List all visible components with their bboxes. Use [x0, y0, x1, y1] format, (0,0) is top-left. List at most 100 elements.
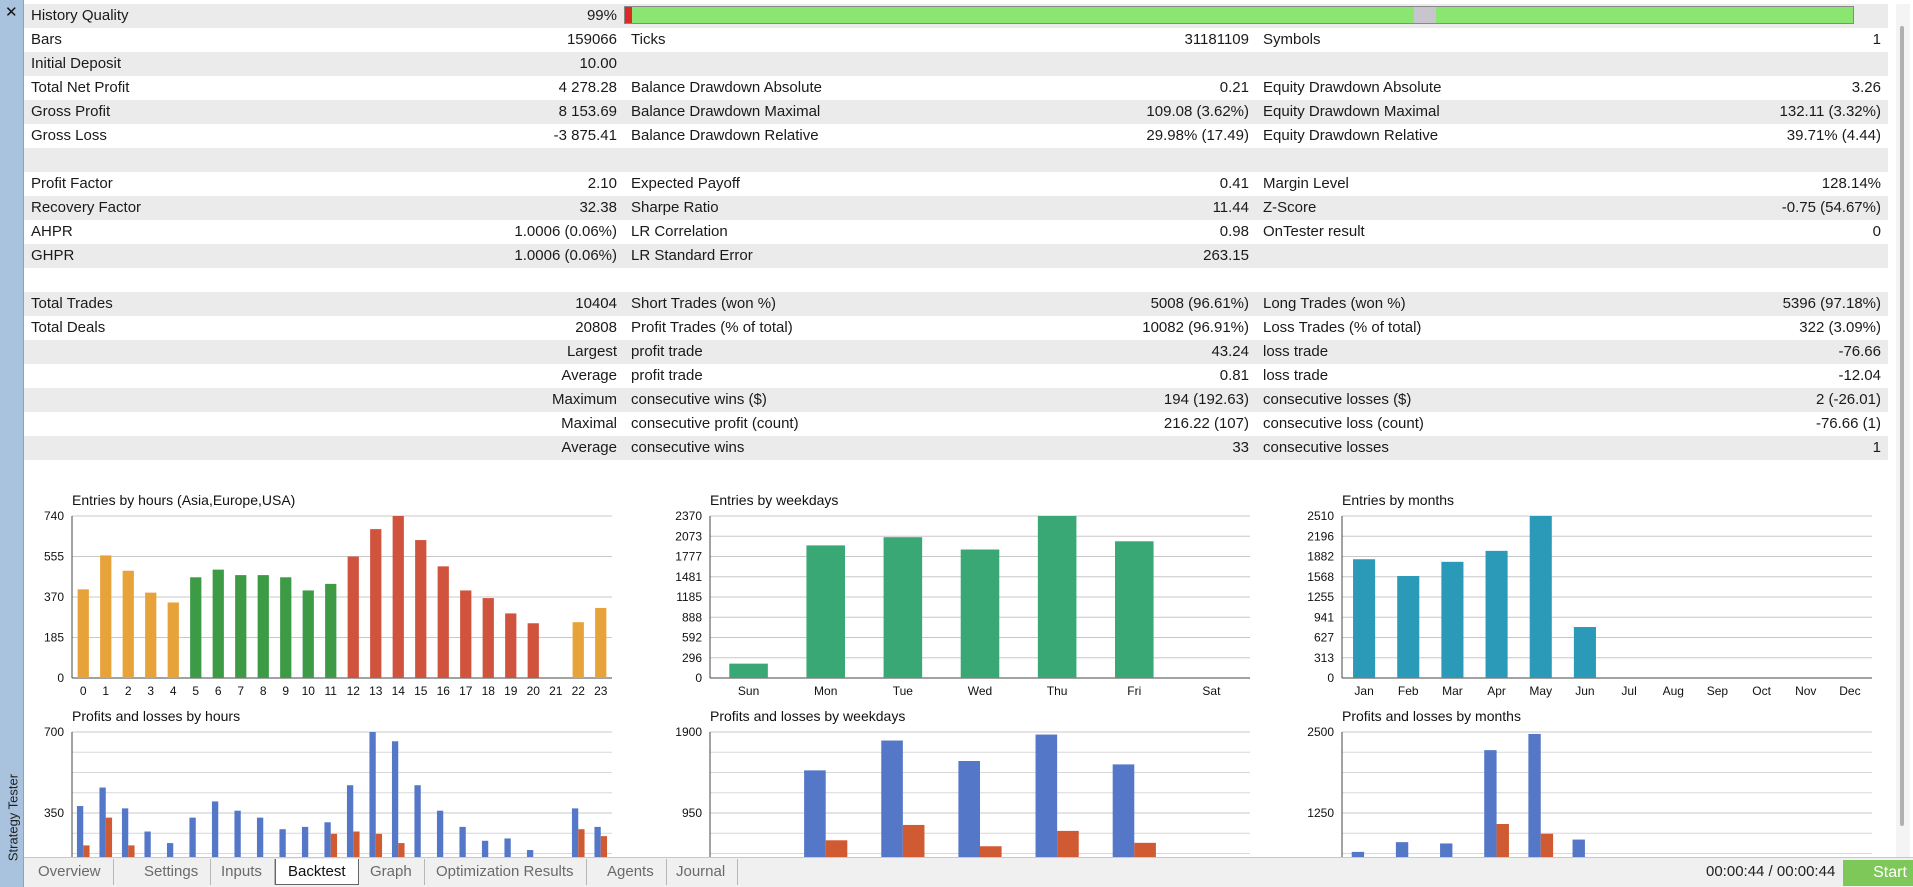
stat-value: 20808 — [575, 319, 617, 336]
stat-cell: Average — [24, 364, 624, 388]
stat-label: Balance Drawdown Maximal — [631, 103, 821, 120]
stat-label: Total Trades — [31, 295, 113, 312]
stat-value — [1249, 52, 1256, 76]
profit-bar — [1572, 839, 1585, 857]
y-tick-label: 0 — [695, 671, 702, 685]
y-tick-label: 2073 — [675, 529, 702, 543]
stat-value — [1881, 148, 1888, 172]
bar — [460, 590, 472, 678]
x-tick-label: Sun — [738, 684, 759, 698]
stat-value: 128.14% — [1821, 175, 1881, 192]
stat-cell: Profit Factor 2.10 — [24, 172, 624, 196]
stat-value: 3.26 — [1851, 79, 1881, 96]
stat-value: -76.66 (1) — [1815, 415, 1881, 432]
bar — [212, 569, 224, 678]
loss-bar — [578, 829, 585, 857]
stat-value: 10082 (96.91%) — [1142, 319, 1249, 336]
y-tick-label: 1185 — [676, 590, 702, 604]
loss-bar — [105, 817, 113, 857]
start-button[interactable]: Start — [1843, 860, 1913, 886]
x-tick-label: 8 — [260, 684, 267, 698]
x-tick-label: May — [1529, 684, 1552, 698]
y-tick-label: 1882 — [1307, 550, 1334, 564]
stat-label: Average — [561, 439, 617, 456]
tab-inputs[interactable]: Inputs — [209, 859, 275, 885]
stat-cell — [24, 460, 624, 484]
stat-cell: Total Net Profit 4 278.28 — [24, 76, 624, 100]
stat-label: Margin Level — [1263, 175, 1349, 192]
stat-cell: profit trade 43.24 — [624, 340, 1256, 364]
stat-value: 0.81 — [1219, 367, 1249, 384]
stat-label — [624, 460, 631, 484]
bar — [595, 607, 607, 678]
strategy-tester-side-panel: ✕ Strategy Tester — [0, 0, 24, 887]
stat-label: Maximal — [561, 415, 617, 432]
tab-overview[interactable]: Overview — [26, 859, 114, 885]
stat-cell: LR Correlation 0.98 — [624, 220, 1256, 244]
profit-bar — [369, 732, 376, 857]
stat-label: Equity Drawdown Relative — [1263, 127, 1439, 144]
stat-cell: Balance Drawdown Relative 29.98% (17.49) — [624, 124, 1256, 148]
profit-bar — [211, 801, 219, 857]
y-tick-label: 185 — [44, 631, 64, 645]
stat-label: Equity Drawdown Absolute — [1263, 79, 1442, 96]
stat-label: AHPR — [31, 223, 73, 240]
stat-label: Loss Trades (% of total) — [1263, 319, 1422, 336]
loss-bar — [600, 836, 608, 857]
bar — [325, 583, 337, 678]
stat-value — [617, 412, 624, 436]
x-tick-label: 14 — [392, 684, 406, 698]
bar — [167, 602, 179, 678]
stat-label: Total Deals — [31, 319, 106, 336]
profit-bar — [1528, 733, 1541, 857]
profit-bar — [504, 838, 511, 857]
stat-value — [617, 460, 624, 484]
stat-value — [1249, 460, 1256, 484]
stat-value: 263.15 — [1203, 247, 1249, 264]
profit-bar — [1112, 764, 1135, 857]
stat-cell: consecutive loss (count) -76.66 (1) — [1256, 412, 1888, 436]
report-scrollbar[interactable] — [1896, 4, 1910, 857]
stat-value — [1881, 52, 1888, 76]
profit-bar — [76, 806, 84, 857]
bar — [370, 529, 382, 678]
profit-bar — [391, 741, 399, 857]
stat-value — [1881, 268, 1888, 292]
tab-journal[interactable]: Journal — [664, 859, 739, 885]
tab-agents[interactable]: Agents — [595, 859, 667, 885]
profit-bar — [166, 843, 174, 857]
tab-optimization-results[interactable]: Optimization Results — [424, 859, 587, 885]
bar — [1485, 550, 1508, 678]
y-tick-label: 1900 — [675, 725, 702, 739]
x-tick-label: Jan — [1354, 684, 1373, 698]
profit-bar — [346, 785, 354, 857]
tab-backtest[interactable]: Backtest — [275, 859, 359, 885]
y-tick-label: 350 — [44, 806, 64, 820]
y-tick-label: 1255 — [1307, 590, 1334, 604]
tab-graph[interactable]: Graph — [358, 859, 425, 885]
profit-bar — [571, 808, 579, 857]
bar — [1573, 627, 1596, 678]
stat-value: 0.98 — [1219, 223, 1249, 240]
stat-label — [1256, 148, 1263, 172]
loss-bar — [83, 845, 90, 857]
chart-entries-by-weekdays: Entries by weekdays 2370 2073 1777 1481 1185 8… — [652, 492, 1252, 698]
x-tick-label: 2 — [125, 684, 132, 698]
stat-value: 0.21 — [1219, 79, 1249, 96]
stat-value: 216.22 (107) — [1163, 415, 1249, 432]
profit-bar — [324, 822, 331, 857]
profit-bar — [958, 760, 980, 857]
y-tick-label: 2370 — [675, 509, 702, 523]
stat-cell — [1256, 148, 1888, 172]
bar — [1115, 541, 1154, 678]
y-tick-label: 888 — [682, 610, 702, 624]
stat-cell — [24, 148, 624, 172]
bar — [806, 545, 845, 678]
stat-label — [1256, 52, 1263, 76]
stat-cell: consecutive wins ($) 194 (192.63) — [624, 388, 1256, 412]
tab-settings[interactable]: Settings — [132, 859, 212, 885]
stat-cell: LR Standard Error 263.15 — [624, 244, 1256, 268]
x-tick-label: 7 — [237, 684, 244, 698]
bar — [1441, 561, 1464, 678]
close-icon[interactable]: ✕ — [5, 3, 18, 21]
